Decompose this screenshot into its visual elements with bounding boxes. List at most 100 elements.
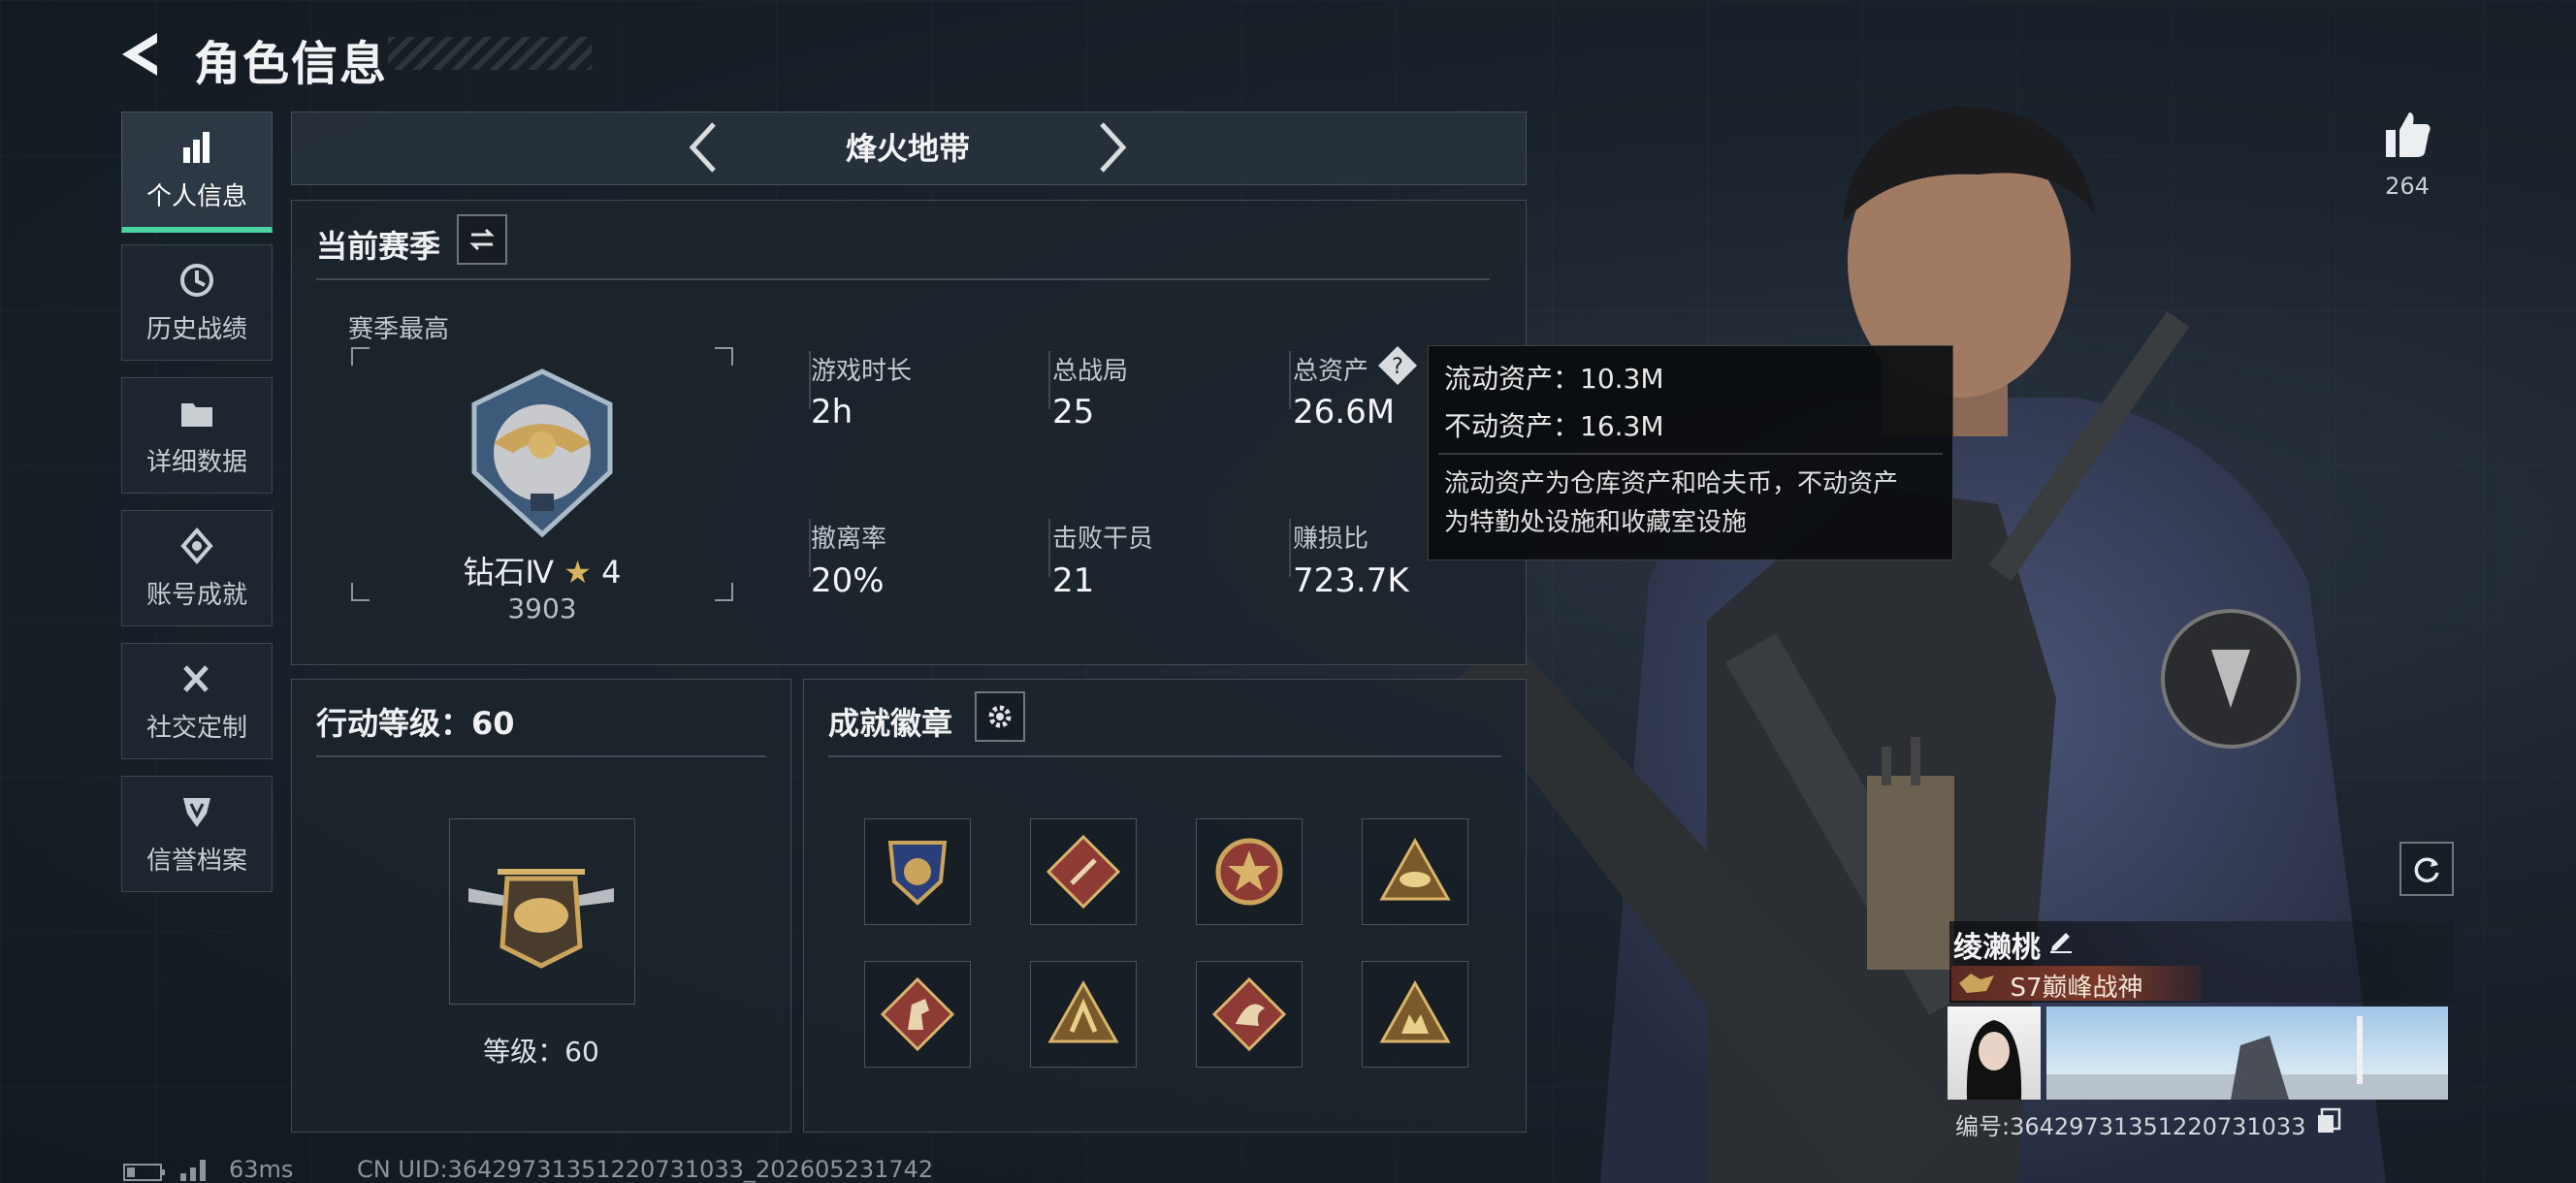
season-panel: 当前赛季 赛季最高 钻石Ⅳ ★ 4 3903 游戏时长 2h 总战局 25 总资…: [291, 200, 1527, 665]
stat-label-assets: 总资产: [1293, 357, 1369, 386]
sidebar-item-label: 信誉档案: [145, 846, 247, 876]
tooltip-divider: [1438, 453, 1943, 455]
bar-chart-icon: [183, 131, 209, 163]
star-badge-icon: [1215, 838, 1283, 906]
achievements-title: 成就徽章: [828, 705, 953, 742]
divider: [316, 755, 766, 757]
stat-divider: [1289, 519, 1291, 577]
svg-text:?: ?: [1392, 355, 1403, 379]
dragon-badge-icon: [1211, 976, 1287, 1052]
sidebar-item-achievements[interactable]: 账号成就: [121, 510, 273, 626]
achievement-badge[interactable]: [1362, 961, 1468, 1068]
sidebar-item-label: 详细数据: [145, 447, 247, 477]
stat-value-profit-ratio: 723.7K: [1293, 561, 1409, 600]
achievement-badge[interactable]: [864, 961, 971, 1068]
achievement-badge[interactable]: [1196, 818, 1303, 925]
divider: [316, 278, 1490, 280]
tooltip-liquid: 流动资产：10.3M: [1444, 363, 1664, 395]
chevron-right-icon[interactable]: [1096, 120, 1129, 175]
achievement-icon: [180, 527, 213, 564]
stat-divider: [1289, 351, 1291, 409]
rank-line: 钻石Ⅳ ★ 4: [350, 548, 734, 592]
rank-score: 3903: [507, 592, 577, 624]
uid-text: CN UID:364297313512207​31033_20260523174…: [357, 1156, 934, 1183]
title-decoration: [388, 37, 592, 70]
stat-divider: [1048, 351, 1050, 409]
signal-icon: [180, 1160, 206, 1181]
player-banner: [2046, 1007, 2448, 1100]
sidebar-item-credit[interactable]: 信誉档案: [121, 776, 273, 892]
player-id: 编号:3642973135122073​1033: [1955, 1113, 2306, 1140]
helicopter-badge-icon: [468, 869, 614, 969]
rank-name: 钻石Ⅳ: [463, 554, 555, 591]
achievement-badge[interactable]: [1196, 961, 1303, 1068]
sidebar-item-label: 历史战绩: [145, 314, 247, 344]
horse-badge-icon: [880, 976, 955, 1052]
sidebar-item-history[interactable]: 历史战绩: [121, 244, 273, 361]
refresh-button[interactable]: [2399, 842, 2454, 896]
achievement-badge[interactable]: [1030, 818, 1137, 925]
action-level-panel: 行动等级：60 等级：60: [291, 679, 791, 1133]
sidebar-item-details[interactable]: 详细数据: [121, 377, 273, 494]
season-best-label: 赛季最高: [348, 315, 450, 344]
season-switch-button[interactable]: [457, 214, 507, 265]
mode-title: 烽火地带: [845, 130, 970, 167]
divider: [828, 755, 1501, 757]
edit-pencil-icon[interactable]: [2046, 925, 2076, 954]
page-title: 角色信息: [194, 37, 389, 91]
credit-shield-icon: [183, 797, 210, 827]
stat-value-extract-rate: 20%: [811, 561, 885, 600]
player-name: 绫濑桃: [1953, 931, 2041, 965]
stat-label-profit-ratio: 赚损比: [1293, 525, 1369, 554]
achievement-badge[interactable]: [1362, 818, 1468, 925]
refresh-icon: [2414, 857, 2439, 882]
stat-value-kills: 21: [1052, 561, 1095, 600]
stat-label-matches: 总战局: [1052, 357, 1129, 386]
triangle-badge-icon: [1379, 979, 1451, 1043]
tooltip-desc-2: 为特勤处设施和收藏室设施: [1444, 508, 1748, 537]
sidebar-item-label: 个人信息: [145, 181, 247, 211]
title-badge-text: S7巅峰战神: [2010, 974, 2143, 1003]
avatar-portrait: [1966, 1020, 2022, 1100]
like-count: 264: [2385, 173, 2430, 200]
achievements-settings-button[interactable]: [975, 691, 1025, 742]
triangle-badge-icon: [1379, 837, 1451, 901]
tooltip-desc-1: 流动资产为仓库资产和哈夫币，不动资产: [1444, 469, 1899, 498]
stat-label-extract-rate: 撤离率: [811, 525, 887, 554]
action-level-title: 行动等级：60: [316, 705, 515, 742]
sidebar-item-social[interactable]: 社交定制: [121, 643, 273, 759]
copy-icon[interactable]: [2316, 1107, 2341, 1135]
gear-icon: [988, 705, 1012, 728]
ping-text: 63ms: [229, 1156, 294, 1183]
rank-emblem-icon: [471, 368, 613, 538]
stat-value-assets: 26.6M: [1293, 393, 1396, 432]
shield-badge-icon: [887, 841, 948, 906]
swap-icon: [469, 228, 495, 251]
banner-art: [2046, 1016, 2448, 1100]
level-text: 等级：60: [483, 1036, 599, 1068]
stat-value-matches: 25: [1052, 393, 1095, 432]
stat-label-kills: 击败干员: [1052, 525, 1154, 554]
sidebar-item-label: 账号成就: [145, 580, 247, 610]
stat-label-playtime: 游戏时长: [811, 357, 913, 386]
season-title: 当前赛季: [316, 228, 441, 265]
diamond-badge-icon: [1046, 834, 1121, 910]
stat-divider: [1048, 519, 1050, 577]
thumbs-up-icon[interactable]: [2380, 107, 2434, 161]
star-icon: ★: [564, 554, 592, 591]
achievement-badge[interactable]: [1030, 961, 1137, 1068]
stat-value-playtime: 2h: [811, 393, 853, 432]
help-icon[interactable]: ?: [1376, 344, 1419, 387]
history-clock-icon: [180, 263, 213, 297]
folder-icon: [181, 402, 212, 427]
tools-icon: [183, 664, 209, 692]
back-arrow-icon[interactable]: [116, 29, 175, 80]
player-avatar[interactable]: [1948, 1007, 2041, 1100]
achievement-badge[interactable]: [864, 818, 971, 925]
tooltip-fixed: 不动资产：16.3M: [1444, 410, 1664, 442]
sidebar-item-label: 社交定制: [145, 713, 247, 743]
assets-tooltip: 流动资产：10.3M 不动资产：16.3M 流动资产为仓库资产和哈夫币，不动资产…: [1428, 345, 1953, 560]
triangle-badge-icon: [1047, 979, 1119, 1043]
battery-icon: [123, 1164, 165, 1181]
sidebar-item-personal-info[interactable]: 个人信息: [121, 112, 273, 233]
